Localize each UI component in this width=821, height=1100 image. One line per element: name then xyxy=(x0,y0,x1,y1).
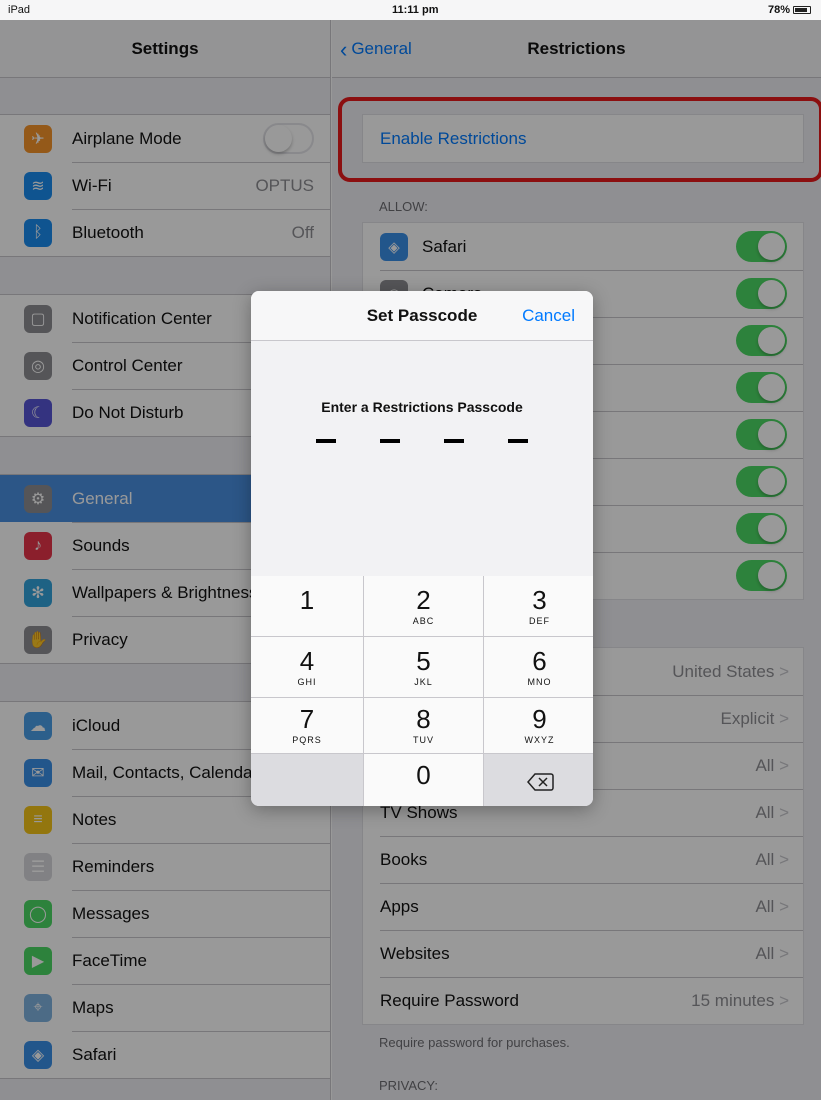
clock: 11:11 pm xyxy=(392,4,439,16)
key-digit: 8 xyxy=(416,704,431,734)
keypad-key-5[interactable]: 5 JKL xyxy=(364,637,483,697)
passcode-prompt: Enter a Restrictions Passcode xyxy=(321,399,523,415)
status-bar: iPad 11:11 pm 78% xyxy=(0,0,821,20)
keypad-key-8[interactable]: 8 TUV xyxy=(364,698,483,753)
key-digit: 0 xyxy=(416,760,431,790)
passcode-digit-slot xyxy=(380,439,400,443)
key-digit: 4 xyxy=(299,645,315,676)
key-digit: 5 xyxy=(416,645,431,676)
keypad-key-6[interactable]: 6 MNO xyxy=(484,637,593,697)
keypad-key-9[interactable]: 9 WXYZ xyxy=(484,698,593,753)
key-letters: JKL xyxy=(414,676,433,687)
keypad-blank xyxy=(251,754,363,806)
cancel-button[interactable]: Cancel xyxy=(522,306,575,326)
key-digit: 1 xyxy=(299,584,315,615)
key-letters: ABC xyxy=(412,615,435,626)
battery-percent: 78% xyxy=(767,4,790,16)
keypad-key-1[interactable]: 1 xyxy=(251,576,363,636)
keypad-key-7[interactable]: 7 PQRS xyxy=(251,698,363,753)
delete-key[interactable] xyxy=(484,754,593,806)
keypad-key-0[interactable]: 0 xyxy=(364,754,483,806)
keypad-key-2[interactable]: 2 ABC xyxy=(364,576,483,636)
key-digit: 2 xyxy=(416,584,431,615)
passcode-digit-slot xyxy=(444,439,464,443)
backspace-icon xyxy=(526,772,554,792)
set-passcode-popover: Set Passcode Cancel Enter a Restrictions… xyxy=(251,291,593,806)
key-digit: 9 xyxy=(532,704,547,734)
key-letters: TUV xyxy=(413,735,434,745)
keypad-key-3[interactable]: 3 DEF xyxy=(484,576,593,636)
passcode-entry-dashes xyxy=(251,439,593,443)
key-letters: PQRS xyxy=(292,735,322,745)
battery-indicator: 78% xyxy=(768,4,811,16)
passcode-digit-slot xyxy=(316,439,336,443)
passcode-digit-slot xyxy=(508,439,528,443)
popover-header: Set Passcode Cancel xyxy=(251,291,593,341)
key-digit: 3 xyxy=(532,584,547,615)
key-letters: DEF xyxy=(529,615,550,626)
keypad-key-4[interactable]: 4 GHI xyxy=(251,637,363,697)
battery-icon xyxy=(793,6,811,14)
key-digit: 7 xyxy=(299,704,315,734)
carrier-label: iPad xyxy=(8,4,31,16)
key-letters: GHI xyxy=(297,676,317,687)
key-digit: 6 xyxy=(532,645,547,676)
key-letters: MNO xyxy=(527,676,552,687)
number-keypad: 1 2 ABC 3 DEF 4 GHI 5 JKL 6 MNO 7 PQRS 8 TUV 9 WXYZ 0 xyxy=(251,576,593,806)
key-letters: WXYZ xyxy=(524,735,555,745)
